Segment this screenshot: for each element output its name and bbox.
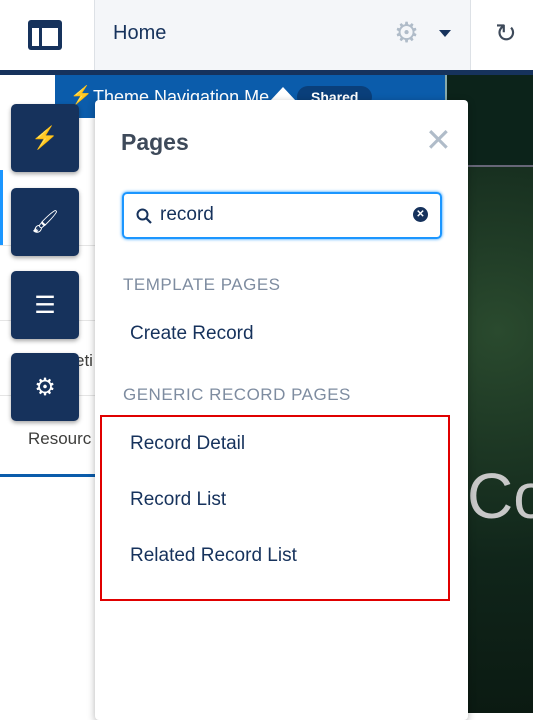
search-value: record (160, 204, 214, 225)
divider (0, 474, 95, 477)
theme-button[interactable]: 🖌 (11, 188, 79, 256)
gear-icon[interactable]: ⚙ (394, 16, 419, 49)
popover-title: Pages (121, 129, 189, 155)
lightning-icon: ⚡ (31, 125, 59, 150)
page-selector[interactable]: Home ⚙ (95, 0, 470, 70)
page-structure-button[interactable]: ☰ (11, 271, 79, 339)
chevron-down-icon[interactable] (439, 30, 451, 37)
refresh-button[interactable]: ↻ (470, 0, 533, 70)
brush-icon: 🖌 (31, 209, 59, 234)
close-icon[interactable]: ✕ (425, 124, 452, 156)
popover-notch (270, 87, 296, 101)
section-heading: GENERIC RECORD PAGES (123, 385, 351, 404)
selected-indicator (0, 170, 3, 245)
highlight-box (100, 415, 450, 601)
components-button[interactable]: ⚡ (11, 104, 79, 172)
list-icon: ☰ (34, 291, 56, 319)
search-input[interactable]: record ✕ (122, 192, 442, 239)
section-heading: TEMPLATE PAGES (123, 275, 281, 294)
app-launcher[interactable] (0, 0, 95, 70)
hero-text: Co (467, 460, 533, 532)
layout-icon (28, 20, 62, 50)
refresh-icon: ↻ (495, 18, 517, 48)
list-item-create-record[interactable]: Create Record (130, 323, 254, 345)
settings-button[interactable]: ⚙ (11, 353, 79, 421)
search-icon (136, 208, 152, 224)
page-title: Home (113, 22, 167, 44)
gear-icon: ⚙ (34, 373, 56, 401)
left-panel-label[interactable]: Resourc (28, 429, 91, 449)
pages-popover: Pages ✕ record ✕ TEMPLATE PAGES Create R… (95, 100, 468, 720)
lightning-icon: ⚡ (70, 85, 93, 105)
clear-icon[interactable]: ✕ (413, 207, 428, 222)
